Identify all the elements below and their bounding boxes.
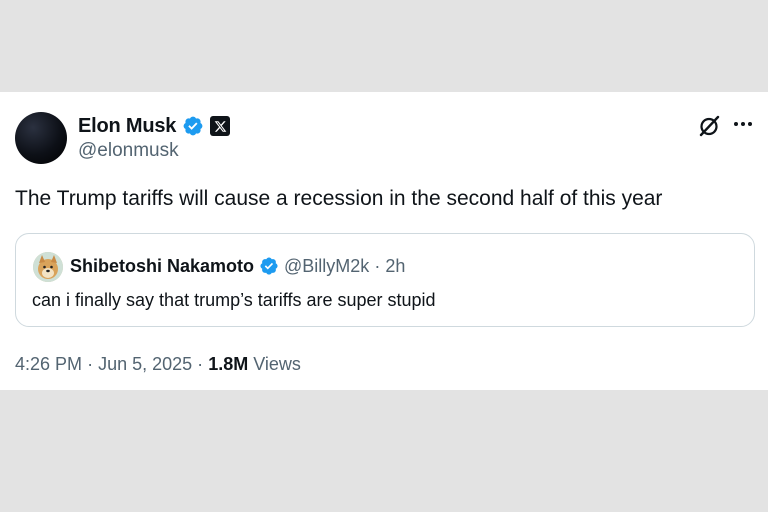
x-logo-glyph bbox=[214, 120, 227, 132]
tweet-text: The Trump tariffs will cause a recession… bbox=[15, 187, 663, 210]
author-name[interactable]: Elon Musk bbox=[78, 115, 176, 138]
verified-badge-icon bbox=[260, 257, 278, 275]
x-logo-icon[interactable] bbox=[210, 116, 231, 136]
tweet-date[interactable]: Jun 5, 2025 bbox=[98, 354, 192, 374]
views-count[interactable]: 1.8M bbox=[208, 354, 248, 374]
more-dot bbox=[734, 122, 738, 126]
quoted-avatar[interactable] bbox=[33, 252, 63, 282]
quoted-time[interactable]: 2h bbox=[385, 256, 405, 277]
tweet-time[interactable]: 4:26 PM bbox=[15, 354, 82, 374]
more-dot bbox=[741, 122, 745, 126]
meta-separator: · bbox=[87, 354, 94, 374]
avatar[interactable] bbox=[15, 112, 67, 164]
views-label: Views bbox=[253, 354, 301, 374]
doge-avatar-icon bbox=[33, 252, 63, 282]
grok-icon[interactable] bbox=[697, 113, 723, 139]
quoted-header: Shibetoshi Nakamoto @BillyM2k · 2h bbox=[70, 254, 405, 278]
more-icon[interactable] bbox=[734, 116, 756, 132]
meta-separator: · bbox=[197, 354, 204, 374]
quoted-text: can i finally say that trump’s tariffs a… bbox=[32, 290, 436, 310]
more-dot bbox=[748, 122, 752, 126]
quoted-handle[interactable]: @BillyM2k bbox=[284, 256, 369, 277]
author-handle[interactable]: @elonmusk bbox=[78, 140, 179, 162]
tweet-meta: 4:26 PM · Jun 5, 2025 · 1.8M Views bbox=[15, 354, 301, 375]
quoted-name[interactable]: Shibetoshi Nakamoto bbox=[70, 256, 254, 277]
quoted-tweet[interactable]: Shibetoshi Nakamoto @BillyM2k · 2h can i… bbox=[15, 233, 755, 327]
quoted-time-separator: · bbox=[374, 255, 381, 276]
author-name-row: Elon Musk bbox=[78, 113, 231, 139]
verified-badge-icon bbox=[183, 116, 203, 136]
